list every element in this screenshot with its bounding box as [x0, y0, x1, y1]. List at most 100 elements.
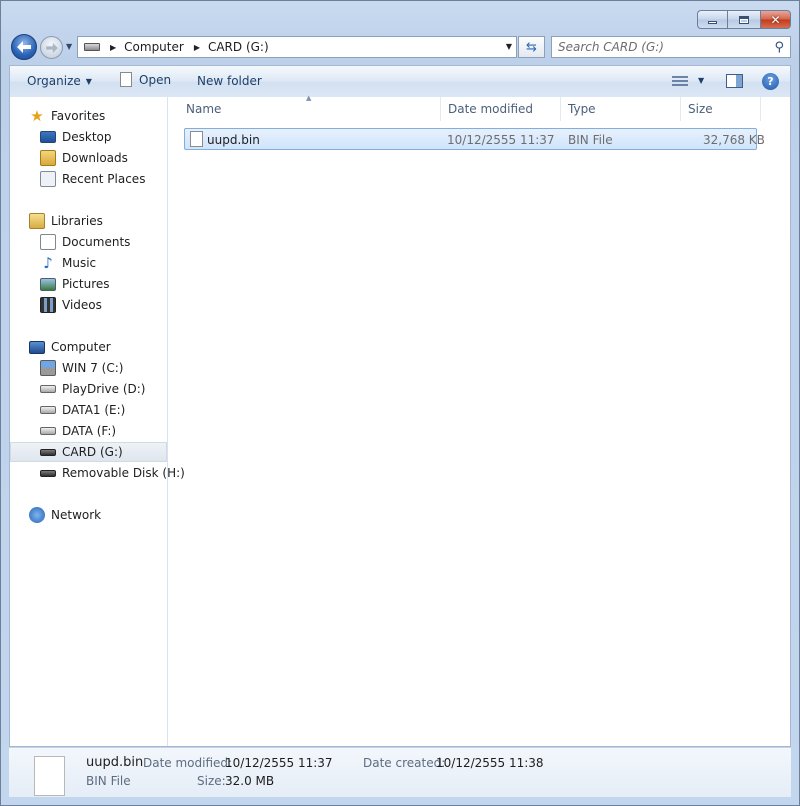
nav-libraries[interactable]: Libraries — [29, 211, 103, 231]
command-bar: Organize ▼ Open New folder ▼ ? — [9, 65, 791, 97]
nav-network[interactable]: Network — [29, 505, 101, 525]
windows-drive-icon — [40, 360, 56, 376]
nav-label: Desktop — [62, 130, 112, 144]
libraries-icon — [29, 213, 45, 229]
sort-ascending-icon: ▲ — [306, 94, 312, 102]
preview-pane-icon[interactable] — [726, 74, 743, 88]
recent-places-icon — [40, 171, 56, 187]
back-button[interactable] — [11, 34, 37, 60]
recent-pages-dropdown[interactable]: ▼ — [66, 42, 72, 51]
navigation-pane[interactable]: ★ Favorites Desktop Downloads Recent Plac… — [10, 97, 185, 746]
file-name: uupd.bin — [207, 133, 260, 147]
nav-label: Music — [62, 256, 97, 270]
details-date-created: 10/12/2555 11:38 — [436, 756, 544, 770]
nav-drive-f[interactable]: DATA (F:) — [40, 421, 116, 441]
nav-desktop[interactable]: Desktop — [40, 127, 112, 147]
maximize-button[interactable] — [727, 10, 760, 29]
downloads-icon — [40, 150, 56, 166]
details-file-type: BIN File — [86, 774, 131, 788]
open-label: Open — [139, 72, 172, 87]
music-icon: ♪ — [43, 254, 53, 272]
details-date-modified: 10/12/2555 11:37 — [225, 756, 333, 770]
help-icon[interactable]: ? — [762, 73, 779, 90]
large-file-icon — [34, 756, 65, 796]
forward-button[interactable] — [40, 36, 63, 59]
file-date-modified: 10/12/2555 11:37 — [447, 133, 555, 147]
content-area: ★ Favorites Desktop Downloads Recent Plac… — [9, 94, 791, 747]
nav-label: WIN 7 (C:) — [62, 361, 124, 375]
nav-recent-places[interactable]: Recent Places — [40, 169, 145, 189]
breadcrumb-computer[interactable]: Computer — [124, 40, 184, 54]
organize-button[interactable]: Organize ▼ — [27, 74, 92, 88]
search-box[interactable]: ⚲ — [551, 36, 791, 58]
explorer-window: ✕ ▼ ▶ Computer ▶ CARD (G:) ▼ ⇆ ⚲ Organiz… — [0, 0, 800, 806]
breadcrumb-chevron-icon[interactable]: ▶ — [194, 43, 200, 52]
search-input[interactable] — [558, 40, 758, 54]
star-icon: ★ — [30, 107, 44, 125]
card-drive-icon — [40, 448, 56, 456]
refresh-button[interactable]: ⇆ — [518, 36, 545, 58]
hard-drive-icon — [40, 427, 56, 435]
nav-drive-e[interactable]: DATA1 (E:) — [40, 400, 125, 420]
search-icon[interactable]: ⚲ — [774, 40, 784, 55]
hard-drive-icon — [40, 385, 56, 393]
views-dropdown-icon[interactable]: ▼ — [698, 76, 704, 85]
views-icon[interactable] — [672, 76, 688, 87]
nav-label: Videos — [62, 298, 102, 312]
nav-label: Favorites — [51, 109, 106, 123]
new-folder-label: New folder — [197, 74, 262, 88]
nav-label: Recent Places — [62, 172, 146, 186]
nav-music[interactable]: ♪ Music — [40, 253, 96, 273]
organize-label: Organize — [27, 74, 81, 88]
caption-buttons: ✕ — [697, 10, 791, 29]
address-bar[interactable]: ▶ Computer ▶ CARD (G:) ▼ — [77, 36, 517, 58]
close-button[interactable]: ✕ — [760, 10, 791, 29]
nav-videos[interactable]: Videos — [40, 295, 102, 315]
nav-drive-g[interactable]: CARD (G:) — [10, 442, 167, 462]
nav-label: DATA1 (E:) — [62, 403, 126, 417]
column-header-type[interactable]: Type — [561, 97, 681, 121]
nav-label: PlayDrive (D:) — [62, 382, 146, 396]
column-label: Name — [186, 102, 222, 116]
videos-icon — [40, 297, 56, 313]
breadcrumb-card[interactable]: CARD (G:) — [208, 40, 269, 54]
details-date-created-label: Date created: — [363, 756, 446, 770]
nav-downloads[interactable]: Downloads — [40, 148, 128, 168]
new-folder-button[interactable]: New folder — [197, 74, 262, 88]
nav-label: Downloads — [62, 151, 128, 165]
network-icon — [29, 507, 45, 523]
column-header-name[interactable]: ▲ Name — [168, 94, 441, 121]
nav-drive-c[interactable]: WIN 7 (C:) — [40, 358, 123, 378]
column-label: Type — [568, 102, 596, 116]
file-size: 32,768 KB — [703, 133, 765, 147]
file-list[interactable]: ▲ Name Date modified Type Size uupd.bin … — [168, 94, 791, 746]
details-size: 32.0 MB — [225, 774, 275, 788]
file-row[interactable]: uupd.bin 10/12/2555 11:37 BIN File 32,76… — [184, 128, 765, 150]
breadcrumb-chevron-icon[interactable]: ▶ — [110, 43, 116, 52]
file-icon — [120, 72, 132, 87]
open-button[interactable]: Open — [120, 72, 171, 87]
details-date-modified-label: Date modified: — [143, 756, 233, 770]
pictures-icon — [40, 277, 56, 291]
nav-documents[interactable]: Documents — [40, 232, 130, 252]
column-header-date-modified[interactable]: Date modified — [441, 97, 561, 121]
nav-label: Network — [51, 508, 102, 522]
nav-computer[interactable]: Computer — [29, 337, 111, 357]
nav-label: CARD (G:) — [62, 445, 123, 459]
nav-pictures[interactable]: Pictures — [40, 274, 110, 294]
refresh-icon: ⇆ — [526, 39, 537, 55]
forward-arrow-icon — [45, 42, 58, 53]
nav-favorites[interactable]: ★ Favorites — [29, 106, 105, 126]
back-arrow-icon — [17, 41, 31, 53]
desktop-icon — [40, 131, 56, 143]
column-label: Size — [688, 102, 713, 116]
nav-drive-h[interactable]: Removable Disk (H:) — [40, 463, 185, 483]
details-size-label: Size: — [197, 774, 226, 788]
removable-disk-icon — [40, 469, 56, 477]
column-header-size[interactable]: Size — [681, 97, 761, 121]
address-dropdown-icon[interactable]: ▼ — [506, 42, 512, 51]
nav-drive-d[interactable]: PlayDrive (D:) — [40, 379, 145, 399]
minimize-button[interactable] — [697, 10, 727, 29]
hard-drive-icon — [40, 406, 56, 414]
details-pane: uupd.bin Date modified: 10/12/2555 11:37… — [9, 747, 791, 797]
